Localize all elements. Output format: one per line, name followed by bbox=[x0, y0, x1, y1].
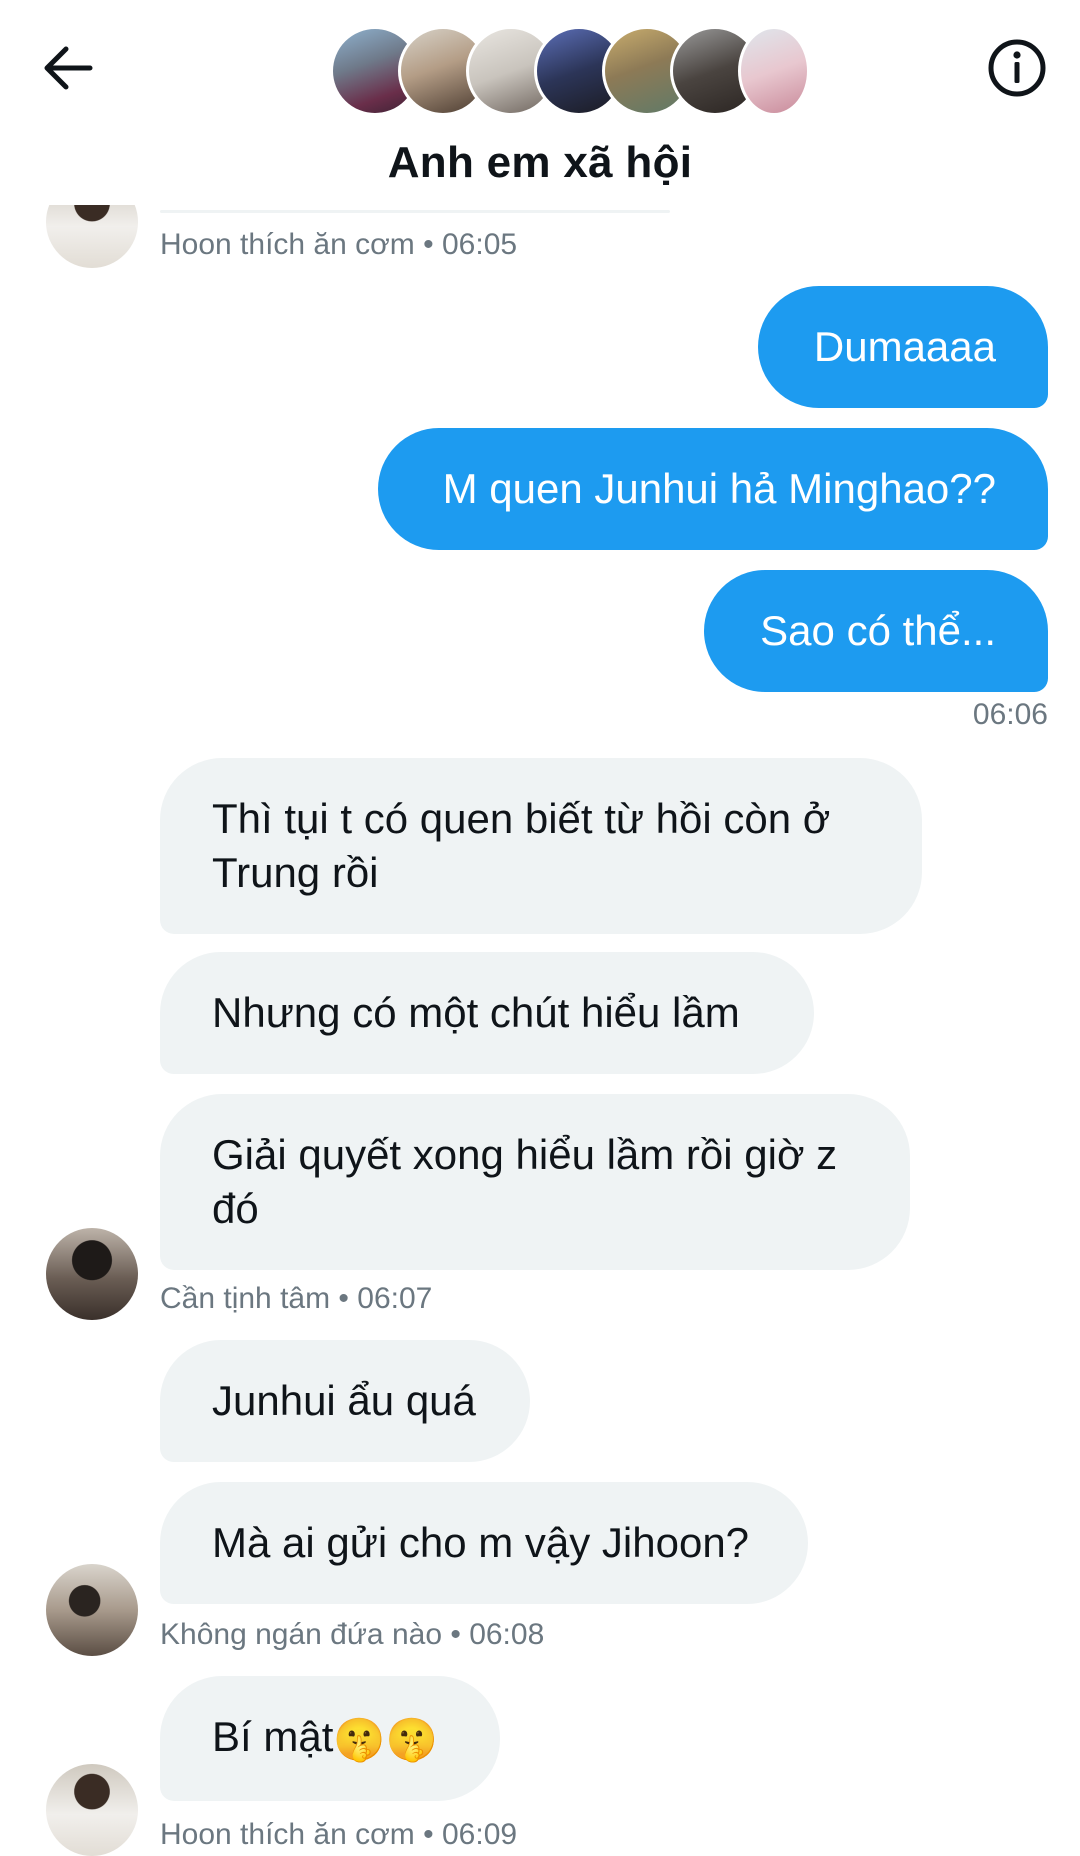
sender-avatar[interactable] bbox=[46, 1764, 138, 1856]
outgoing-message[interactable]: Sao có thể... bbox=[704, 570, 1048, 692]
incoming-message[interactable]: Bí mật🤫🤫 bbox=[160, 1676, 500, 1801]
incoming-message[interactable]: Thì tụi t có quen biết từ hồi còn ở Trun… bbox=[160, 758, 922, 934]
message-text: M quen Junhui hả Minghao?? bbox=[442, 465, 996, 512]
message-time: 06:06 bbox=[972, 698, 1048, 731]
message-text: Giải quyết xong hiểu lầm rồi giờ z đó bbox=[212, 1131, 838, 1232]
sender-avatar[interactable] bbox=[46, 1228, 138, 1320]
message-text: Bí mật bbox=[212, 1713, 334, 1760]
sender-avatar[interactable] bbox=[46, 1564, 138, 1656]
bubble-edge bbox=[160, 210, 670, 213]
outgoing-message[interactable]: Dumaaaa bbox=[758, 286, 1048, 408]
incoming-message[interactable]: Giải quyết xong hiểu lầm rồi giờ z đó bbox=[160, 1094, 910, 1270]
sender-name: Không ngán đứa nào bbox=[160, 1618, 442, 1651]
incoming-message[interactable]: Junhui ẩu quá bbox=[160, 1340, 530, 1462]
member-avatar bbox=[738, 26, 810, 116]
message-text: Nhưng có một chút hiểu lầm bbox=[212, 989, 740, 1036]
arrow-left-icon[interactable] bbox=[36, 36, 100, 100]
message-time: 06:07 bbox=[357, 1282, 433, 1315]
sender-name: Hoon thích ăn cơm bbox=[160, 1818, 415, 1851]
message-text: Mà ai gửi cho m vậy Jihoon? bbox=[212, 1519, 750, 1566]
sender-name: Cần tịnh tâm bbox=[160, 1282, 331, 1315]
message-meta: Cần tịnh tâm • 06:07 bbox=[160, 1282, 433, 1315]
message-text: Thì tụi t có quen biết từ hồi còn ở Trun… bbox=[212, 795, 831, 896]
outgoing-message[interactable]: M quen Junhui hả Minghao?? bbox=[378, 428, 1048, 550]
message-text: Dumaaaa bbox=[813, 323, 996, 370]
conversation-header: Anh em xã hội bbox=[0, 0, 1080, 205]
message-meta: Hoon thích ăn cơm • 06:09 bbox=[160, 1818, 518, 1851]
message-time: 06:09 bbox=[441, 1818, 518, 1851]
message-meta: Không ngán đứa nào • 06:08 bbox=[160, 1618, 545, 1651]
info-circle-icon[interactable] bbox=[985, 36, 1049, 100]
message-time: 06:08 bbox=[469, 1618, 545, 1651]
message-text: Sao có thể... bbox=[760, 607, 996, 654]
incoming-message[interactable]: Mà ai gửi cho m vậy Jihoon? bbox=[160, 1482, 808, 1604]
shushing-face-emoji: 🤫🤫 bbox=[333, 1715, 438, 1763]
message-meta: Hoon thích ăn cơm • 06:05 bbox=[160, 228, 518, 261]
sender-name: Hoon thích ăn cơm bbox=[160, 228, 415, 261]
message-time: 06:05 bbox=[441, 228, 518, 261]
group-avatar-stack[interactable] bbox=[330, 26, 810, 118]
message-text: Junhui ẩu quá bbox=[212, 1377, 476, 1424]
conversation-title: Anh em xã hội bbox=[387, 138, 693, 187]
incoming-message[interactable]: Nhưng có một chút hiểu lầm bbox=[160, 952, 814, 1074]
